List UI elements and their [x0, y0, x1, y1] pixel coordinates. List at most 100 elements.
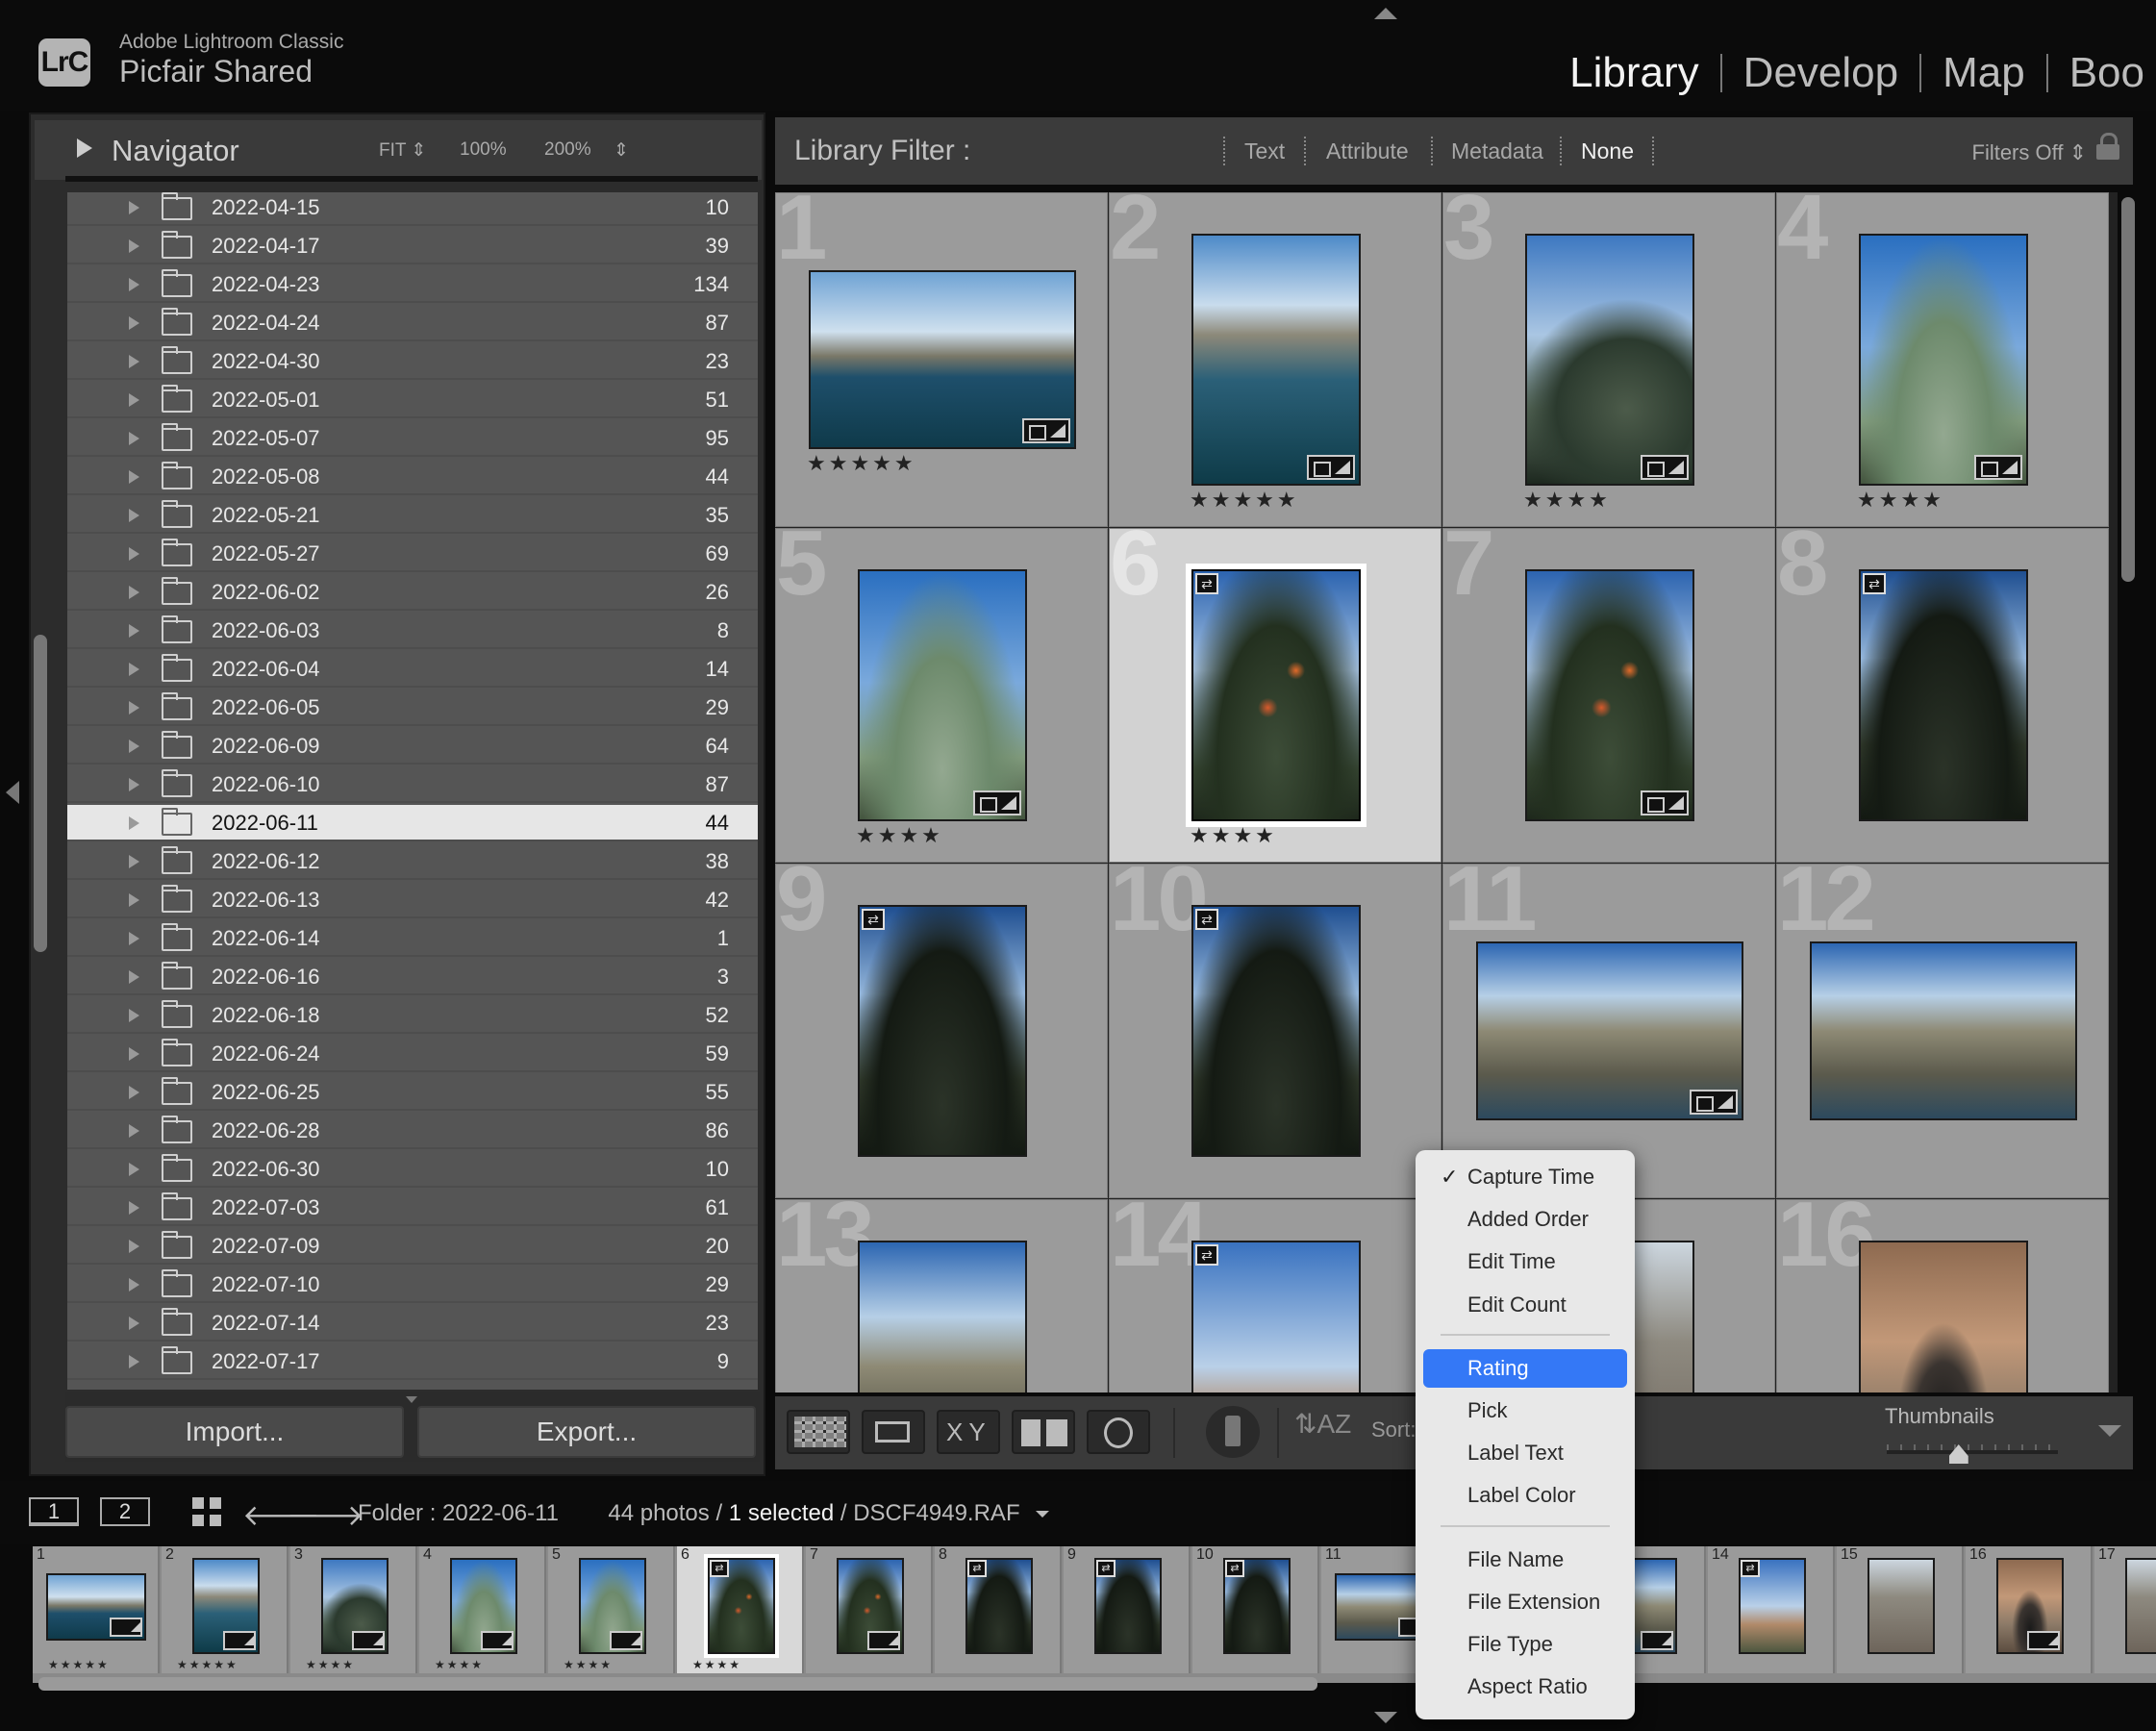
- loupe-view-button[interactable]: [862, 1410, 925, 1454]
- module-library[interactable]: Library: [1548, 49, 1720, 97]
- disclosure-triangle-icon[interactable]: [129, 855, 139, 868]
- filter-presets-dropdown[interactable]: Filters Off ⇕: [1972, 140, 2088, 165]
- develop-adjustments-badge-icon[interactable]: [352, 1631, 385, 1650]
- filmstrip-cell[interactable]: 4 ★★★★: [419, 1546, 546, 1673]
- painter-spray-can-icon[interactable]: [1206, 1406, 1260, 1458]
- folder-row[interactable]: 2022-06-03 8: [67, 613, 758, 649]
- source-dropdown-icon[interactable]: [1036, 1511, 1050, 1518]
- develop-adjustments-badge-icon[interactable]: [610, 1631, 642, 1650]
- disclosure-triangle-icon[interactable]: [129, 393, 139, 407]
- disclosure-triangle-icon[interactable]: [129, 509, 139, 522]
- filmstrip-thumbnail[interactable]: [2125, 1558, 2156, 1654]
- develop-adjustments-badge-icon[interactable]: [2027, 1631, 2060, 1650]
- grid-cell[interactable]: 2 ★★★★★: [1109, 192, 1442, 527]
- sync-badge-icon[interactable]: ⇄: [1225, 1560, 1244, 1577]
- disclosure-triangle-icon[interactable]: [129, 432, 139, 445]
- star-rating[interactable]: ★★★★: [692, 1658, 741, 1671]
- grid-cell[interactable]: 16: [1776, 1199, 2109, 1392]
- sync-badge-icon[interactable]: ⇄: [710, 1560, 729, 1577]
- folder-row[interactable]: 2022-06-11 44: [67, 805, 758, 841]
- disclosure-triangle-icon[interactable]: [129, 701, 139, 715]
- disclosure-triangle-icon[interactable]: [129, 663, 139, 676]
- folder-row[interactable]: 2022-07-10 29: [67, 1267, 758, 1303]
- module-map[interactable]: Map: [1921, 49, 2046, 97]
- grid-cell[interactable]: 11: [1442, 864, 1775, 1198]
- secondary-window-button[interactable]: 2: [100, 1497, 150, 1526]
- star-rating[interactable]: ★★★★: [1190, 823, 1277, 848]
- grid-cell[interactable]: 6 ⇄ ★★★★: [1109, 528, 1442, 863]
- sort-option-rating[interactable]: Rating: [1423, 1348, 1627, 1388]
- sort-label[interactable]: Sort:: [1371, 1417, 1416, 1442]
- develop-adjustments-badge-icon[interactable]: [1974, 455, 2022, 480]
- folder-row[interactable]: 2022-06-05 29: [67, 690, 758, 726]
- export-button[interactable]: Export...: [417, 1406, 756, 1458]
- survey-view-button[interactable]: [1012, 1410, 1075, 1454]
- grid-scrollbar[interactable]: [2121, 197, 2135, 582]
- develop-adjustments-badge-icon[interactable]: [481, 1631, 514, 1650]
- people-view-button[interactable]: [1087, 1410, 1150, 1454]
- toolbar-content-chevron-icon[interactable]: [2098, 1425, 2121, 1437]
- sort-option-label-text[interactable]: Label Text: [1423, 1434, 1627, 1472]
- disclosure-triangle-icon[interactable]: [129, 355, 139, 368]
- filmstrip-cell[interactable]: 1 ★★★★★: [33, 1546, 160, 1673]
- folder-row[interactable]: 2022-07-09 20: [67, 1228, 758, 1265]
- folder-row[interactable]: 2022-04-30 23: [67, 343, 758, 380]
- filter-none-option[interactable]: None: [1581, 138, 1634, 164]
- filmstrip-scrollbar[interactable]: [38, 1677, 1317, 1691]
- develop-adjustments-badge-icon[interactable]: [1307, 455, 1355, 480]
- expand-triangle-icon[interactable]: [77, 138, 92, 158]
- develop-adjustments-badge-icon[interactable]: [1690, 1090, 1738, 1115]
- grid-view-button[interactable]: [787, 1410, 850, 1454]
- disclosure-triangle-icon[interactable]: [129, 1278, 139, 1292]
- disclosure-triangle-icon[interactable]: [129, 1201, 139, 1215]
- folder-row[interactable]: 2022-06-24 59: [67, 1036, 758, 1072]
- module-develop[interactable]: Develop: [1722, 49, 1919, 97]
- sort-option-pick[interactable]: Pick: [1423, 1392, 1627, 1430]
- sync-badge-icon[interactable]: ⇄: [1195, 573, 1218, 594]
- folder-row[interactable]: 2022-04-24 87: [67, 305, 758, 341]
- disclosure-triangle-icon[interactable]: [129, 778, 139, 791]
- disclosure-triangle-icon[interactable]: [129, 1124, 139, 1138]
- photo-thumbnail[interactable]: [1186, 564, 1366, 827]
- develop-adjustments-badge-icon[interactable]: [110, 1618, 142, 1637]
- disclosure-triangle-icon[interactable]: [129, 316, 139, 330]
- sort-option-file-name[interactable]: File Name: [1423, 1541, 1627, 1579]
- go-to-grid-icon[interactable]: [192, 1497, 221, 1526]
- grid-cell[interactable]: 4 ★★★★: [1776, 192, 2109, 527]
- disclosure-triangle-icon[interactable]: [129, 278, 139, 291]
- filter-metadata-option[interactable]: Metadata: [1451, 138, 1543, 164]
- filmstrip-cell[interactable]: 10 ⇄: [1192, 1546, 1319, 1673]
- collapse-top-panel-icon[interactable]: [1374, 8, 1397, 19]
- photo-thumbnail[interactable]: [1191, 905, 1361, 1157]
- folder-row[interactable]: 2022-07-03 61: [67, 1190, 758, 1226]
- folder-row[interactable]: 2022-05-07 95: [67, 420, 758, 457]
- star-rating[interactable]: ★★★★: [564, 1658, 613, 1671]
- filmstrip-cell[interactable]: 6 ⇄ ★★★★: [677, 1546, 804, 1673]
- sync-badge-icon[interactable]: ⇄: [1863, 573, 1886, 594]
- develop-adjustments-badge-icon[interactable]: [867, 1631, 900, 1650]
- main-window-button[interactable]: 1: [29, 1497, 79, 1526]
- folder-row[interactable]: 2022-06-12 38: [67, 843, 758, 880]
- left-panel-scrollbar[interactable]: [34, 635, 47, 952]
- folder-row[interactable]: 2022-05-01 51: [67, 382, 758, 418]
- filmstrip-cell[interactable]: 3 ★★★★: [290, 1546, 417, 1673]
- zoom-200-option[interactable]: 200%: [544, 139, 591, 161]
- folder-row[interactable]: 2022-07-17 9: [67, 1343, 758, 1380]
- disclosure-triangle-icon[interactable]: [129, 893, 139, 907]
- folder-row[interactable]: 2022-04-23 134: [67, 266, 758, 303]
- collapse-left-panel-icon[interactable]: [6, 781, 19, 804]
- filmstrip-cell[interactable]: 5 ★★★★: [548, 1546, 675, 1673]
- photo-thumbnail[interactable]: [1191, 234, 1361, 486]
- folder-row[interactable]: 2022-06-02 26: [67, 574, 758, 611]
- photo-thumbnail[interactable]: [1810, 941, 2077, 1120]
- sort-option-edit-count[interactable]: Edit Count: [1423, 1286, 1627, 1324]
- folder-row[interactable]: 2022-06-30 10: [67, 1151, 758, 1188]
- folder-row[interactable]: 2022-06-09 64: [67, 728, 758, 765]
- collapse-filmstrip-icon[interactable]: [1374, 1712, 1397, 1723]
- grid-cell[interactable]: 8 ⇄: [1776, 528, 2109, 863]
- develop-adjustments-badge-icon[interactable]: [973, 790, 1021, 815]
- folder-row[interactable]: 2022-07-14 23: [67, 1305, 758, 1342]
- sort-option-edit-time[interactable]: Edit Time: [1423, 1242, 1627, 1281]
- grid-cell[interactable]: 7: [1442, 528, 1775, 863]
- photo-thumbnail[interactable]: [1859, 234, 2028, 486]
